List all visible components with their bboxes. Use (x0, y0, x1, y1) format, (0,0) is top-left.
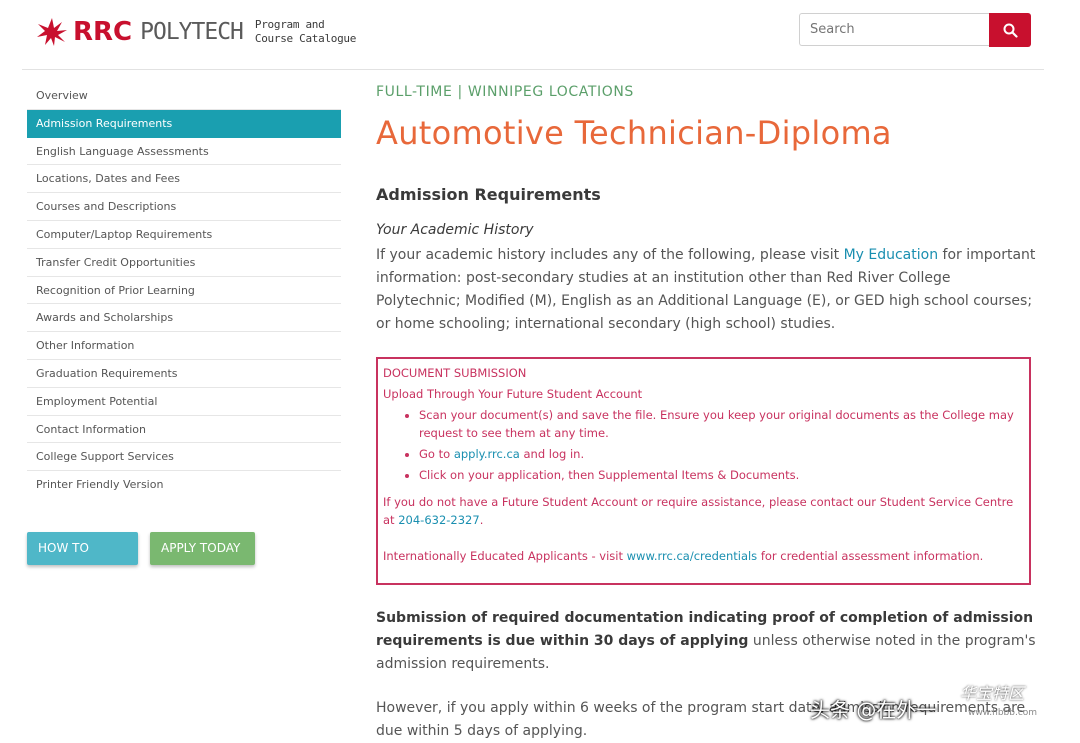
search-input[interactable] (799, 13, 989, 46)
phone-link[interactable]: 204-632-2327 (398, 513, 479, 527)
sidebar-item-prior-learning[interactable]: Recognition of Prior Learning (27, 277, 341, 305)
sidebar-item-printer-friendly[interactable]: Printer Friendly Version (27, 471, 341, 499)
how-to-apply-button[interactable]: HOW TO APPLY (27, 532, 138, 588)
sidebar-item-awards-scholarships[interactable]: Awards and Scholarships (27, 304, 341, 333)
section-heading: Admission Requirements (376, 185, 601, 204)
sidebar-item-overview[interactable]: Overview (27, 82, 341, 110)
intl-label: Internationally Educated Applicants (383, 549, 588, 563)
brand-polytech: POLYTECH (140, 19, 244, 45)
box-title: DOCUMENT SUBMISSION (383, 366, 527, 380)
apply-buttons: HOW TO APPLY APPLY TODAY (27, 532, 255, 588)
contact-paragraph: If you do not have a Future Student Acco… (383, 493, 1024, 529)
credentials-link[interactable]: www.rrc.ca/credentials (627, 549, 758, 563)
sidebar-item-locations-dates-fees[interactable]: Locations, Dates and Fees (27, 165, 341, 194)
page-title: Automotive Technician-Diploma (376, 114, 892, 152)
apply-today-button[interactable]: APPLY TODAY (150, 532, 255, 565)
sidebar-nav: Overview Admission Requirements English … (27, 82, 341, 499)
my-education-link[interactable]: My Education (844, 247, 939, 263)
bullet2-post: and log in. (519, 447, 585, 461)
list-item: Go to apply.rrc.ca and log in. (419, 445, 1024, 463)
watermark-site-logo: 华宝特区 (960, 684, 1025, 703)
bullet2-pre: Go to (419, 447, 454, 461)
watermark-text: 头条 @在外一 (810, 698, 937, 722)
program-kicker: FULL-TIME | WINNIPEG LOCATIONS (376, 84, 634, 100)
sidebar-item-college-support[interactable]: College Support Services (27, 443, 341, 472)
late-apply-paragraph: However, if you apply within 6 weeks of … (376, 700, 1026, 739)
watermark-url: www.hbbb.com (968, 708, 1038, 718)
list-item: Click on your application, then Suppleme… (419, 466, 1024, 484)
search-icon (1003, 23, 1018, 38)
sidebar-item-other-information[interactable]: Other Information (27, 332, 341, 360)
sidebar-item-computer-laptop-requirements[interactable]: Computer/Laptop Requirements (27, 221, 341, 249)
rrc-leaf-icon (37, 18, 67, 46)
box-list: Scan your document(s) and save the file.… (383, 406, 1024, 484)
submission-paragraph: Submission of required documentation ind… (376, 607, 1036, 676)
brand-subtitle-line1: Program and (254, 18, 325, 31)
para1-text-pre: If your academic history includes any of… (376, 247, 844, 263)
brand-subtitle: Program and Course Catalogue (255, 18, 356, 46)
apply-rrc-link[interactable]: apply.rrc.ca (454, 447, 520, 461)
brand-rrc: RRC (73, 17, 133, 47)
sidebar-item-graduation-requirements[interactable]: Graduation Requirements (27, 360, 341, 388)
brand-subtitle-line2: Course Catalogue (254, 32, 357, 45)
academic-history-paragraph: If your academic history includes any of… (376, 244, 1036, 336)
intl-post: for credential assessment information. (757, 549, 984, 563)
sidebar-item-employment-potential[interactable]: Employment Potential (27, 388, 341, 416)
rrc-logo[interactable]: RRC POLYTECH Program and Course Catalogu… (35, 16, 356, 48)
site-header: RRC POLYTECH Program and Course Catalogu… (0, 0, 1080, 70)
contact-post: . (479, 513, 484, 527)
sidebar-item-admission-requirements[interactable]: Admission Requirements (27, 109, 341, 138)
intl-mid: - visit (587, 549, 627, 563)
search-button[interactable] (989, 13, 1031, 47)
list-item: Scan your document(s) and save the file.… (419, 406, 1024, 442)
box-subtitle: Upload Through Your Future Student Accou… (383, 387, 643, 401)
sidebar-item-contact-information[interactable]: Contact Information (27, 416, 341, 444)
international-paragraph: Internationally Educated Applicants - vi… (383, 547, 1024, 565)
sidebar-item-english-language-assessments[interactable]: English Language Assessments (27, 138, 341, 166)
header-divider (22, 69, 1044, 70)
document-submission-box: DOCUMENT SUBMISSION Upload Through Your … (376, 357, 1031, 585)
subheading: Your Academic History (376, 222, 534, 238)
sidebar-item-transfer-credit[interactable]: Transfer Credit Opportunities (27, 249, 341, 277)
sidebar-item-courses-descriptions[interactable]: Courses and Descriptions (27, 193, 341, 221)
